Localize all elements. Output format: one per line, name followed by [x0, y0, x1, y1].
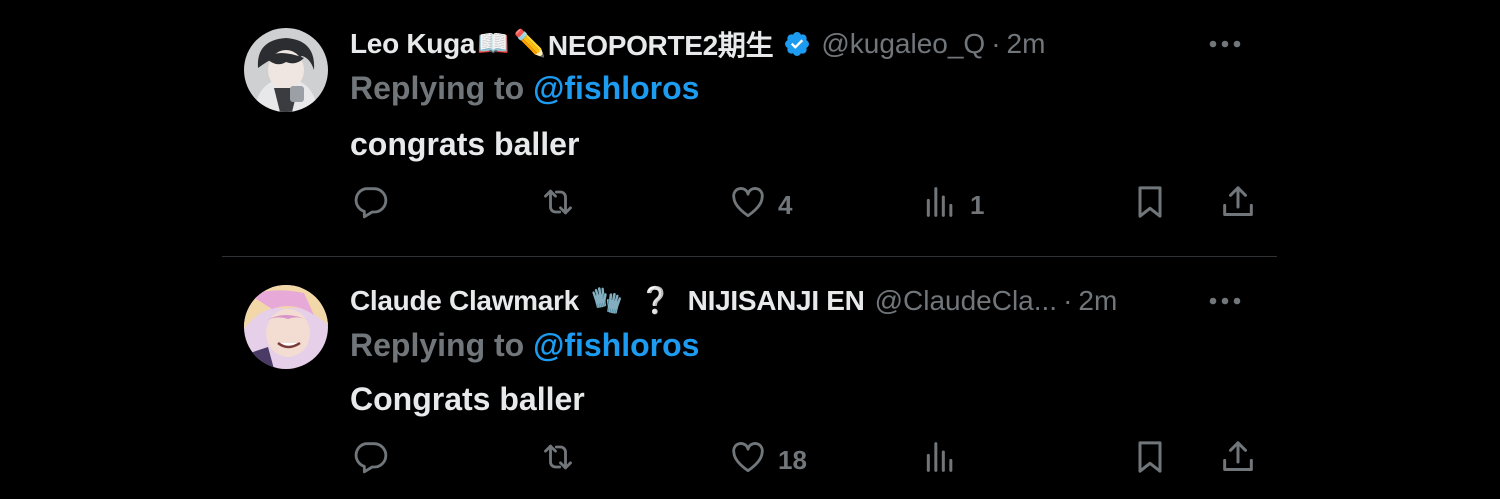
- reply-icon: [350, 182, 390, 229]
- question-emoji: ❔: [639, 286, 672, 316]
- timestamp[interactable]: 2m: [1078, 285, 1117, 317]
- display-name-suffix[interactable]: NIJISANJI EN: [688, 285, 865, 317]
- separator-dot: ·: [991, 28, 1001, 59]
- repost-icon: [538, 182, 578, 229]
- views-count: 1: [970, 189, 985, 220]
- reply-button[interactable]: [350, 180, 390, 230]
- replying-to-label: Replying to: [350, 327, 525, 363]
- bookmark-button[interactable]: [1130, 180, 1170, 230]
- reply-post[interactable]: Claude Clawmark 🧤 ❔ NIJISANJI EN @Claude…: [222, 257, 1277, 499]
- display-name[interactable]: Leo Kuga: [350, 28, 475, 60]
- reply-timeline: Leo Kuga 📖 ✏️ NEOPORTE2期生 @kugaleo_Q · 2…: [222, 0, 1277, 499]
- avatar[interactable]: [244, 285, 328, 369]
- timestamp[interactable]: 2m: [1007, 28, 1046, 60]
- book-emoji: 📖: [477, 29, 510, 59]
- like-icon: [728, 437, 768, 484]
- like-icon: [728, 182, 768, 229]
- share-icon: [1218, 437, 1258, 484]
- display-name-suffix[interactable]: NEOPORTE2期生: [548, 24, 774, 64]
- replying-to-mention[interactable]: @fishloros: [533, 327, 699, 363]
- reply-button[interactable]: [350, 435, 390, 485]
- user-handle[interactable]: @kugaleo_Q: [821, 28, 985, 60]
- verified-icon[interactable]: [783, 30, 811, 58]
- post-text: congrats baller: [350, 126, 580, 162]
- share-icon: [1218, 182, 1258, 229]
- more-icon[interactable]: [1205, 287, 1245, 322]
- repost-button[interactable]: [538, 435, 578, 485]
- avatar[interactable]: [244, 28, 328, 112]
- replying-to: Replying to @fishloros: [350, 327, 699, 364]
- post-header: Claude Clawmark 🧤 ❔ NIJISANJI EN @Claude…: [350, 281, 1277, 321]
- pencil-emoji: ✏️: [513, 29, 546, 59]
- like-count: 18: [778, 444, 807, 475]
- like-button[interactable]: 18: [728, 435, 807, 485]
- repost-icon: [538, 437, 578, 484]
- post-text: Congrats baller: [350, 381, 585, 417]
- replying-to-mention[interactable]: @fishloros: [533, 70, 699, 106]
- replying-to-label: Replying to: [350, 70, 525, 106]
- separator-dot: ·: [1063, 285, 1073, 316]
- bookmark-icon: [1130, 437, 1170, 484]
- bookmark-button[interactable]: [1130, 435, 1170, 485]
- reply-icon: [350, 437, 390, 484]
- views-button[interactable]: 1: [920, 180, 984, 230]
- action-bar: 18: [350, 435, 1253, 485]
- views-icon: [920, 437, 960, 484]
- replying-to: Replying to @fishloros: [350, 70, 699, 107]
- more-icon[interactable]: [1205, 30, 1245, 65]
- like-count: 4: [778, 189, 793, 220]
- views-button[interactable]: [920, 435, 970, 485]
- share-button[interactable]: [1218, 180, 1258, 230]
- reply-post[interactable]: Leo Kuga 📖 ✏️ NEOPORTE2期生 @kugaleo_Q · 2…: [222, 0, 1277, 256]
- bookmark-icon: [1130, 182, 1170, 229]
- glove-emoji: 🧤: [590, 286, 624, 316]
- action-bar: 4 1: [350, 180, 1253, 230]
- display-name[interactable]: Claude Clawmark: [350, 285, 579, 317]
- views-icon: [920, 182, 960, 229]
- like-button[interactable]: 4: [728, 180, 792, 230]
- post-header: Leo Kuga 📖 ✏️ NEOPORTE2期生 @kugaleo_Q · 2…: [350, 24, 1277, 64]
- repost-button[interactable]: [538, 180, 578, 230]
- share-button[interactable]: [1218, 435, 1258, 485]
- user-handle[interactable]: @ClaudeCla...: [875, 285, 1058, 317]
